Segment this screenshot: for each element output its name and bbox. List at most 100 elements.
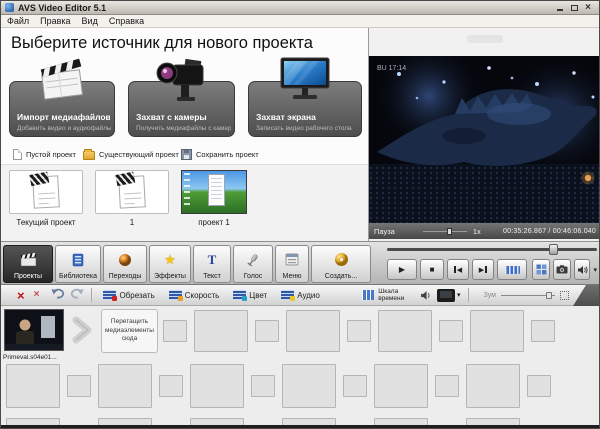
capture-camera-subtitle: Получить медиафайлы с камеры [136,125,231,132]
capture-camera-button[interactable]: Захват с камеры Получить медиафайлы с ка… [128,58,235,137]
screen-select-dropdown[interactable]: ▾ [437,288,461,302]
drop-media-hint[interactable]: Перетащить медиаэлементы сюда [101,309,158,353]
transition-slot[interactable] [251,375,275,397]
clip-slot[interactable] [194,310,248,352]
previous-frame-button[interactable]: ◀ [447,259,469,280]
preview-panel: BU 17:14 Пауза 1x 00:35:26.867 / 00:46:0… [369,28,599,241]
clip-slot[interactable] [470,310,524,352]
clip-slot[interactable] [374,364,428,408]
transition-slot[interactable] [527,375,551,397]
welcome-panel: Выберите источник для нового проекта Имп… [1,28,369,241]
stop-button[interactable]: ■ [420,259,444,280]
tab-voice-label: Голос [243,273,263,280]
play-icon: ▶ [398,265,406,274]
tab-text[interactable]: T Текст [193,245,231,283]
tab-create[interactable]: Создать... [311,245,371,283]
transport-controls: ▶ ■ ◀ ▶ ▾ [387,244,597,280]
clip-slot[interactable] [98,418,152,425]
storyboard-clip[interactable] [4,309,64,351]
tab-voice[interactable]: Голос [233,245,273,283]
next-frame-button[interactable]: ▶ [472,259,494,280]
speaker-icon [577,265,588,274]
import-media-subtitle: Добавить видео и аудиофайлы [17,125,111,132]
transition-slot[interactable] [531,320,555,342]
tab-transitions[interactable]: Переходы [103,245,147,283]
tab-effects[interactable]: ★ Эффекты [149,245,191,283]
zoom-slider-handle[interactable] [546,291,553,299]
menu-file[interactable]: Файл [7,16,29,26]
trim-button[interactable]: Обрезать [99,288,158,302]
clip-slot[interactable] [6,364,60,408]
speed-icon [168,290,183,301]
clip-slot[interactable] [282,364,336,408]
menu-bar: Файл Правка Вид Справка [1,15,599,28]
clip-slot[interactable] [466,364,520,408]
menu-help[interactable]: Справка [109,16,144,26]
existing-project-label: Существующий проект [99,150,179,159]
capture-screen-button[interactable]: Захват экрана Записать видео рабочего ст… [248,57,362,137]
clip-slot[interactable] [286,310,340,352]
tab-menu[interactable]: Меню [275,245,309,283]
maximize-button[interactable] [567,2,581,13]
menu-view[interactable]: Вид [82,16,98,26]
audio-icon [281,290,296,301]
transition-slot[interactable] [67,375,91,397]
volume-button[interactable] [574,259,591,280]
tab-projects[interactable]: Проекты [3,245,53,283]
clip-slot[interactable] [6,418,60,425]
play-button[interactable]: ▶ [387,259,417,280]
clip-slot[interactable] [374,418,428,425]
color-button[interactable]: Цвет [229,288,271,302]
clip-slot[interactable] [466,418,520,425]
project-1-card[interactable] [95,170,169,214]
fullscreen-button[interactable] [532,259,551,280]
minimize-button[interactable] [553,2,567,13]
empty-project-button[interactable]: Пустой проект [13,149,76,160]
undo-button[interactable] [51,286,65,304]
existing-project-button[interactable]: Существующий проект [83,149,179,160]
transition-slot[interactable] [435,375,459,397]
speed-button[interactable]: Скорость [165,288,224,302]
capture-camera-title: Захват с камеры [136,112,207,122]
seek-slider-handle[interactable] [548,244,558,255]
clip-slot[interactable] [190,418,244,425]
video-preview[interactable]: BU 17:14 [369,56,599,223]
transport-more-dropdown[interactable]: ▾ [593,266,597,274]
split-button[interactable] [497,259,527,280]
redo-button[interactable] [70,286,84,304]
save-project-button[interactable]: Сохранить проект [181,149,259,160]
maximize-icon [570,5,578,11]
clip-slot[interactable] [378,310,432,352]
audio-button[interactable]: Аудио [277,288,324,302]
transition-slot[interactable] [255,320,279,342]
clip-slot[interactable] [98,364,152,408]
playback-status-bar: Пауза 1x 00:35:26.867 / 00:46:06.040 [369,223,599,239]
transition-arrow-icon[interactable] [67,314,97,351]
close-button[interactable]: × [581,2,595,13]
transition-slot[interactable] [163,320,187,342]
menu-edit[interactable]: Правка [40,16,70,26]
mute-speaker-icon[interactable] [420,290,432,301]
fit-timeline-icon[interactable] [560,290,569,300]
tab-library[interactable]: Библиотека [55,245,101,283]
seek-slider[interactable] [387,244,597,255]
timeline-zoom-slider[interactable] [501,291,555,300]
snapshot-button[interactable] [553,259,572,280]
speed-label: Скорость [184,290,220,300]
transition-slot[interactable] [347,320,371,342]
clip-slot[interactable] [190,364,244,408]
delete-clip-button[interactable]: × [17,289,25,302]
speed-slider-handle[interactable] [447,227,453,235]
transition-slot[interactable] [159,375,183,397]
clip-slot[interactable] [282,418,336,425]
project-proekt1-card[interactable] [181,170,247,214]
transition-slot[interactable] [343,375,367,397]
speed-slider[interactable] [422,227,467,235]
transition-slot[interactable] [439,320,463,342]
project-current-card[interactable] [9,170,83,214]
disc-menu-icon [285,246,299,273]
import-media-button[interactable]: Импорт медиафайлов Добавить видео и ауди… [9,58,115,137]
delete-all-button[interactable]: × [34,290,40,300]
welcome-title: Выберите источник для нового проекта [11,34,313,52]
timescale-toggle[interactable]: Шкала времени [362,288,420,303]
